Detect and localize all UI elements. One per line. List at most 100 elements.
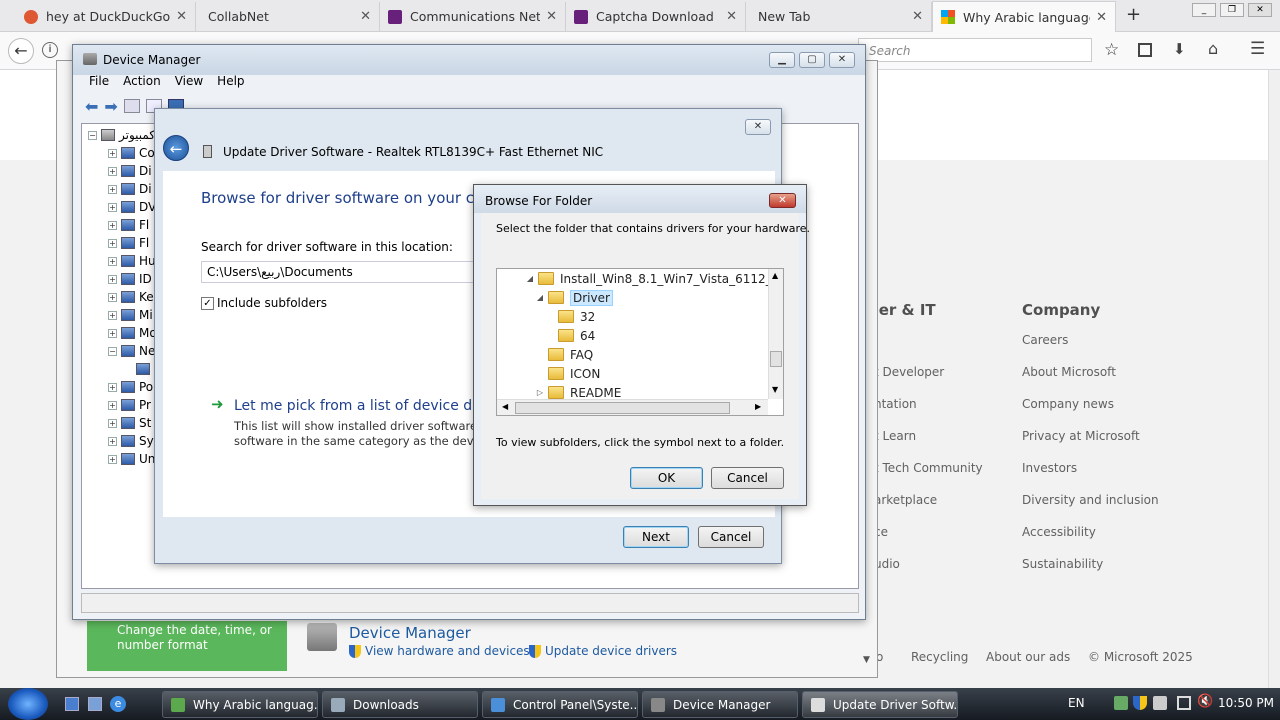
tree-item[interactable]: + Un (108, 450, 155, 468)
tree-item[interactable]: + Fl (108, 216, 149, 234)
tree-item[interactable]: + DV (108, 198, 156, 216)
scroll-left-arrow-icon[interactable]: ◀ (502, 402, 508, 411)
footer-link[interactable]: Accessibility (1022, 525, 1096, 539)
folder-item[interactable]: ◢ Install_Win8_8.1_Win7_Vista_6112_03122 (525, 269, 783, 288)
tree-item[interactable]: + Co (108, 144, 155, 162)
speaker-muted-icon[interactable]: 🔇 (1197, 694, 1213, 709)
tab-duckduckgo[interactable]: hey at DuckDuckGo ✕ (16, 2, 196, 31)
close-tab-icon[interactable]: ✕ (360, 9, 371, 24)
folder-item[interactable]: FAQ (548, 345, 593, 364)
tab-collabnet[interactable]: CollabNet ✕ (196, 2, 380, 31)
close-button[interactable]: ✕ (745, 119, 771, 135)
menu-action[interactable]: Action (123, 74, 161, 88)
footer-link[interactable]: Company news (1022, 397, 1114, 411)
scroll-thumb[interactable] (770, 351, 782, 367)
internet-explorer-icon[interactable]: e (110, 696, 126, 712)
path-input[interactable]: C:\Users\ربيع\Documents (201, 261, 491, 283)
new-tab-button[interactable]: + (1126, 4, 1141, 25)
close-button[interactable]: ✕ (829, 52, 855, 68)
tree-item[interactable]: + Hu (108, 252, 156, 270)
taskbar-item-update-driver[interactable]: Update Driver Softw... (802, 691, 958, 718)
tree-item[interactable]: − Ne (108, 342, 155, 360)
menu-help[interactable]: Help (217, 74, 244, 88)
search-input[interactable]: Search (858, 38, 1092, 62)
home-icon[interactable]: ⌂ (1208, 39, 1218, 58)
next-button[interactable]: Next (623, 526, 689, 548)
side-panel-link[interactable]: Change the date, time, or number format (117, 623, 272, 652)
folder-item-selected[interactable]: ◢ Driver (535, 288, 613, 307)
tab-communications[interactable]: Communications Netw ✕ (380, 2, 566, 31)
view-hardware-link[interactable]: View hardware and devices (349, 644, 530, 658)
footer-link[interactable]: Privacy at Microsoft (1022, 429, 1140, 443)
tab-why-arabic[interactable]: Why Arabic language is ✕ (932, 1, 1116, 32)
tree-item[interactable]: + Di (108, 162, 152, 180)
footer-link[interactable]: t Tech Community (874, 461, 983, 475)
start-button-icon[interactable] (8, 688, 48, 720)
shield-icon[interactable] (1133, 696, 1147, 710)
tree-item[interactable]: + Ke (108, 288, 154, 306)
folder-tree[interactable]: ◢Install_Win8_8.1_Win7_Vista_6112_03122 … (496, 268, 784, 416)
maximize-button[interactable]: ▢ (799, 52, 825, 68)
restore-window-button[interactable]: ❐ (1220, 3, 1244, 17)
footer-link[interactable]: Diversity and inclusion (1022, 493, 1159, 507)
vertical-scrollbar[interactable]: ▲ ▼ (768, 269, 783, 399)
cancel-button[interactable]: Cancel (711, 467, 784, 489)
tab-new-tab[interactable]: New Tab ✕ (746, 2, 932, 31)
close-tab-icon[interactable]: ✕ (176, 9, 187, 24)
bookmark-star-icon[interactable]: ☆ (1104, 40, 1119, 60)
tab-captcha[interactable]: Captcha Download ✕ (566, 2, 746, 31)
close-tab-icon[interactable]: ✕ (726, 9, 737, 24)
footer-link[interactable]: Investors (1022, 461, 1077, 475)
taskbar-item-device-manager[interactable]: Device Manager (642, 691, 798, 718)
menu-view[interactable]: View (175, 74, 203, 88)
scroll-thumb[interactable] (515, 402, 730, 414)
footer-link[interactable]: ntation (874, 397, 917, 411)
back-arrow-icon[interactable]: ← (163, 135, 189, 161)
footer-link[interactable]: t Developer (874, 365, 944, 379)
tree-root[interactable]: − كمبيوتر (88, 126, 155, 144)
switch-windows-icon[interactable] (88, 697, 102, 711)
back-arrow-icon[interactable]: ← (8, 38, 34, 64)
taskbar-item-control-panel[interactable]: Control Panel\Syste... (482, 691, 638, 718)
horizontal-scrollbar[interactable]: ◀ ▶ (497, 399, 768, 415)
minimize-button[interactable]: ▁ (769, 52, 795, 68)
update-drivers-link[interactable]: Update device drivers (529, 644, 677, 658)
close-tab-icon[interactable]: ✕ (1096, 10, 1107, 25)
tree-item[interactable]: + Mi (108, 306, 153, 324)
close-tab-icon[interactable]: ✕ (912, 9, 923, 24)
bottom-link[interactable]: Recycling (911, 650, 968, 664)
scroll-down-arrow-icon[interactable]: ▼ (863, 655, 870, 665)
download-icon[interactable]: ⬇ (1173, 40, 1186, 58)
taskbar-item-browser[interactable]: Why Arabic languag... (162, 691, 318, 718)
tree-item[interactable]: + Po (108, 378, 153, 396)
footer-link[interactable]: About Microsoft (1022, 365, 1116, 379)
pick-from-list-link[interactable]: Let me pick from a list of device dri (234, 398, 482, 414)
folder-item[interactable]: 32 (558, 307, 595, 326)
tree-item[interactable]: + Mo (108, 324, 157, 342)
tree-item[interactable]: + Pr (108, 396, 151, 414)
info-icon[interactable]: i (42, 42, 58, 58)
control-panel-device-manager-title[interactable]: Device Manager (349, 624, 471, 642)
close-tab-icon[interactable]: ✕ (546, 9, 557, 24)
close-icon[interactable]: ✕ (769, 193, 796, 208)
folder-item[interactable]: 64 (558, 326, 595, 345)
footer-link[interactable]: Sustainability (1022, 557, 1103, 571)
network-icon[interactable] (1177, 696, 1191, 710)
footer-link[interactable]: arketplace (874, 493, 937, 507)
bottom-link[interactable]: About our ads (986, 650, 1070, 664)
language-indicator[interactable]: EN (1068, 696, 1085, 710)
minimize-window-button[interactable]: _ (1192, 3, 1216, 17)
menu-file[interactable]: File (89, 74, 109, 88)
taskbar-item-downloads[interactable]: Downloads (322, 691, 478, 718)
footer-link[interactable]: t Learn (874, 429, 916, 443)
library-icon[interactable] (1138, 43, 1152, 57)
scroll-down-arrow-icon[interactable]: ▼ (772, 385, 778, 394)
ok-button[interactable]: OK (630, 467, 703, 489)
menu-icon[interactable]: ☰ (1250, 39, 1265, 59)
tray-icon[interactable] (1114, 696, 1128, 710)
show-desktop-icon[interactable] (65, 697, 79, 711)
cancel-button[interactable]: Cancel (698, 526, 764, 548)
include-subfolders-checkbox[interactable]: ✓ Include subfolders (201, 296, 327, 310)
tree-item[interactable]: + ID (108, 270, 152, 288)
tray-icon[interactable] (1153, 696, 1167, 710)
